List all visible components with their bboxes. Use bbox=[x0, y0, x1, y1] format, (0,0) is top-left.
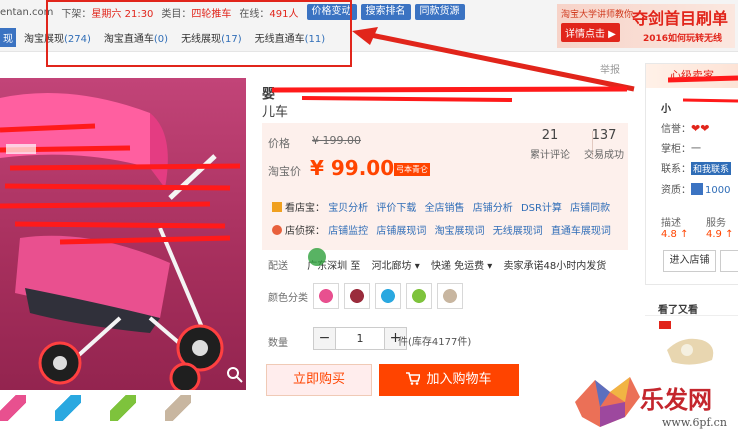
also-viewed-title: 看了又看 bbox=[658, 305, 698, 316]
swatch-pink[interactable] bbox=[313, 283, 339, 309]
tool-shop-same[interactable]: 店铺同款 bbox=[570, 203, 610, 214]
swatch-green[interactable] bbox=[406, 283, 432, 309]
tab-current[interactable]: 现 bbox=[0, 27, 16, 47]
zoom-icon[interactable] bbox=[226, 366, 244, 384]
same-source-button[interactable]: 同款货源 bbox=[414, 4, 465, 20]
review-count[interactable]: 21 累计评论 bbox=[520, 128, 580, 161]
dianzhentan-tools: 店侦探： 店铺监控 店铺展现词 淘宝展现词 无线展现词 直通车展现词 bbox=[272, 222, 616, 237]
thumbnail-blue[interactable] bbox=[55, 395, 81, 421]
color-swatches bbox=[313, 283, 468, 309]
price-panel: 价格 ¥ 199.00 淘宝价 ¥ 99.00 弓本青仑 21 累计评论 137… bbox=[262, 123, 628, 250]
original-price: ¥ 199.00 bbox=[312, 134, 361, 147]
sales-count: 137 交易成功 bbox=[584, 128, 624, 161]
price-label: 价格 bbox=[268, 137, 290, 150]
stroller-illustration bbox=[0, 93, 241, 390]
shipping-promise: 卖家承诺48小时内发货 bbox=[503, 261, 607, 272]
watermark-logo-icon bbox=[575, 377, 640, 427]
tool-shop-keywords[interactable]: 店铺展现词 bbox=[376, 226, 426, 237]
favorite-shop-button[interactable] bbox=[720, 250, 738, 272]
banner-line2: 2016如何玩转无线 bbox=[643, 34, 723, 44]
search-rank-button[interactable]: 搜索排名 bbox=[360, 4, 411, 20]
banner-headline: 夺剑首目刷单 bbox=[632, 9, 729, 28]
banner-line1: 淘宝大学讲师教你 bbox=[561, 10, 634, 20]
swatch-blue[interactable] bbox=[375, 283, 401, 309]
tool-wireless-keywords[interactable]: 无线展现词 bbox=[493, 226, 543, 237]
quantity-stepper: − 1 + bbox=[313, 327, 407, 350]
buy-now-button[interactable]: 立即购买 bbox=[266, 364, 372, 396]
tool-dsr-calc[interactable]: DSR计算 bbox=[521, 203, 562, 214]
shop-reputation: 信誉：❤❤ bbox=[661, 122, 710, 135]
detective-icon bbox=[272, 225, 282, 235]
also-viewed-divider bbox=[645, 315, 738, 316]
shop-counter: 掌柜：一 bbox=[661, 144, 701, 155]
title-redaction bbox=[272, 86, 628, 102]
tool-review-download[interactable]: 评价下载 bbox=[376, 203, 416, 214]
quantity-label: 数量 bbox=[268, 338, 288, 349]
cert-badge: 弓本青仑 bbox=[394, 163, 430, 176]
thumbnail-pink[interactable] bbox=[0, 395, 26, 421]
tool-shop-sales[interactable]: 全店销售 bbox=[425, 203, 465, 214]
also-viewed-item-image[interactable] bbox=[662, 330, 722, 370]
also-viewed-tag bbox=[659, 321, 671, 329]
report-link[interactable]: 举报 bbox=[600, 61, 620, 76]
stock-text: 件(库存4177件) bbox=[398, 337, 472, 348]
taobao-price-label: 淘宝价 bbox=[268, 165, 301, 178]
title-line2: 儿车 bbox=[262, 105, 289, 120]
swatch-wine[interactable] bbox=[344, 283, 370, 309]
cart-icon bbox=[406, 372, 422, 385]
checkbox-icon bbox=[272, 202, 282, 212]
tool-item-analysis[interactable]: 宝贝分析 bbox=[328, 203, 368, 214]
tool-taobao-keywords[interactable]: 淘宝展现词 bbox=[435, 226, 485, 237]
contact-me-button[interactable]: 和我联系 bbox=[691, 162, 732, 175]
sale-price: ¥ 99.00 bbox=[310, 156, 395, 180]
qualification-icon bbox=[691, 183, 703, 195]
color-label: 颜色分类 bbox=[268, 293, 308, 304]
tool-ztc-keywords[interactable]: 直通车展现词 bbox=[551, 226, 611, 237]
shipping-label: 配送 bbox=[268, 261, 288, 272]
watermark-url: www.6pf.cn bbox=[662, 416, 727, 429]
add-to-cart-button[interactable]: 加入购物车 bbox=[379, 364, 519, 396]
enter-shop-button[interactable]: 进入店铺 bbox=[663, 250, 716, 272]
quantity-minus-button[interactable]: − bbox=[313, 327, 336, 350]
tool-shop-analysis[interactable]: 店铺分析 bbox=[473, 203, 513, 214]
thumbnail-beige[interactable] bbox=[165, 395, 191, 421]
shop-qualification: 资质： 1000 bbox=[661, 183, 731, 196]
thumbnail-strip bbox=[0, 395, 220, 421]
swatch-beige[interactable] bbox=[437, 283, 463, 309]
cursor-highlight bbox=[308, 248, 326, 266]
shop-desc-score: 描述 4.8 ↑ bbox=[661, 218, 689, 240]
shipping-method-select[interactable]: 快递 免运费 ▾ bbox=[431, 261, 492, 272]
shipping-to-select[interactable]: 河北廊坊 ▾ bbox=[372, 261, 420, 272]
shop-contact: 联系： 和我联系 bbox=[661, 162, 732, 175]
product-image[interactable] bbox=[0, 78, 246, 390]
shop-redaction bbox=[668, 75, 738, 103]
thumbnail-green[interactable] bbox=[110, 395, 136, 421]
tool-shop-monitor[interactable]: 店铺监控 bbox=[328, 226, 368, 237]
watermark-brand: 乐发网 bbox=[640, 385, 712, 414]
shop-service-score: 服务 4.9 ↑ bbox=[706, 218, 734, 240]
kandianbao-tools: 看店宝： 宝贝分析 评价下载 全店销售 店铺分析 DSR计算 店铺同款 bbox=[272, 199, 615, 214]
annotation-box bbox=[46, 0, 352, 67]
quantity-input[interactable]: 1 bbox=[336, 327, 384, 350]
